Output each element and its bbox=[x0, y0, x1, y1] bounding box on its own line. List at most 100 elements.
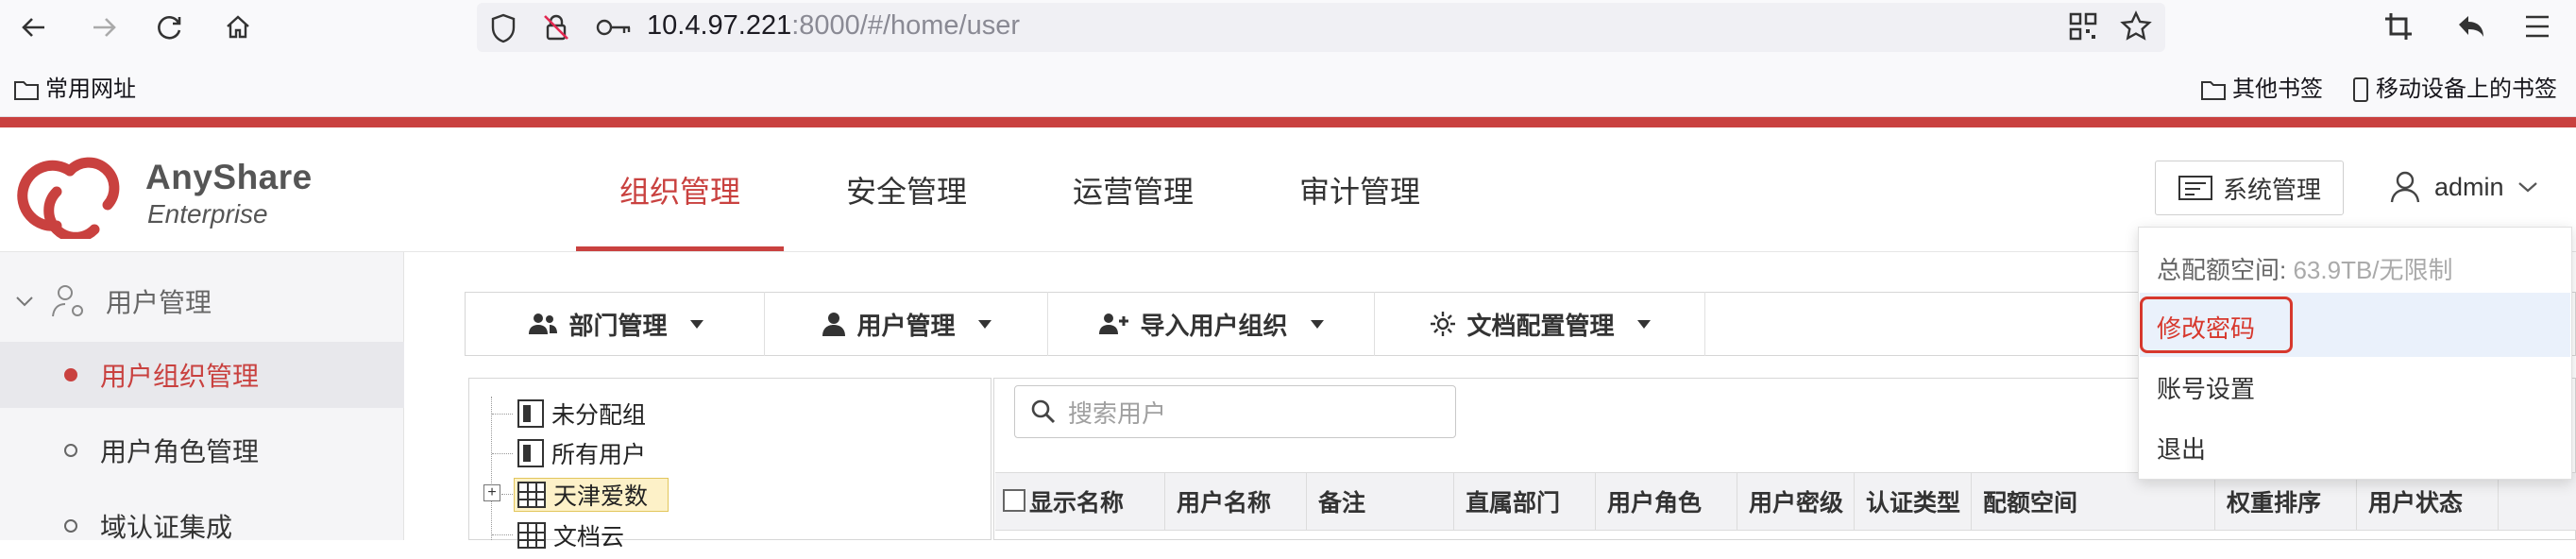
tab-label: 安全管理 bbox=[845, 175, 967, 209]
forward-arrow-icon bbox=[93, 18, 116, 37]
tree-guide-line bbox=[491, 397, 492, 540]
bullet-icon bbox=[64, 368, 77, 381]
bookmark-label: 移动设备上的书签 bbox=[2376, 76, 2557, 102]
bullet-icon bbox=[64, 519, 77, 533]
user-management-button[interactable]: 用户管理 bbox=[765, 292, 1048, 356]
import-users-icon bbox=[1099, 313, 1129, 334]
door-icon bbox=[517, 439, 544, 467]
sidebar-group-user-management[interactable]: 用户管理 bbox=[0, 269, 404, 333]
column-header-weight-order[interactable]: 权重排序 bbox=[2215, 472, 2357, 531]
column-header-user-role[interactable]: 用户角色 bbox=[1596, 472, 1737, 531]
sidebar-item-label: 用户角色管理 bbox=[100, 437, 260, 466]
expand-plus-icon[interactable]: + bbox=[483, 484, 500, 501]
column-header-display-name[interactable]: 显示名称 bbox=[1025, 472, 1165, 531]
tab-audit-management[interactable]: 审计管理 bbox=[1256, 168, 1464, 251]
brand-subtitle: Enterprise bbox=[147, 199, 268, 229]
crop-icon[interactable] bbox=[2383, 11, 2414, 42]
sidebar-item-user-org-management[interactable]: 用户组织管理 bbox=[0, 342, 404, 408]
caret-down-icon bbox=[1310, 319, 1324, 329]
system-management-button[interactable]: 系统管理 bbox=[2155, 161, 2344, 215]
user-icon bbox=[822, 313, 846, 336]
column-label: 认证类型 bbox=[1866, 490, 1961, 517]
search-user-input[interactable]: 搜索用户 bbox=[1014, 385, 1456, 438]
url-path: :8000/#/home/user bbox=[791, 10, 1021, 41]
caret-down-icon bbox=[977, 319, 991, 329]
mobile-device-icon bbox=[2353, 77, 2368, 102]
tree-node-label: 天津爱数 bbox=[553, 483, 649, 510]
sidebar-item-domain-auth[interactable]: 域认证集成 bbox=[0, 493, 404, 559]
tree-branch-line bbox=[492, 534, 513, 535]
toolbar-label: 导入用户组织 bbox=[1140, 311, 1288, 340]
quota-info: 总配额空间: 63.9TB/无限制 bbox=[2157, 251, 2453, 286]
forward-button[interactable] bbox=[85, 8, 123, 46]
tree-node-unassigned[interactable]: 未分配组 bbox=[517, 396, 646, 432]
column-header-username[interactable]: 用户名称 bbox=[1165, 472, 1307, 531]
bookmark-mobile[interactable]: 移动设备上的书签 bbox=[2351, 76, 2557, 104]
column-label: 备注 bbox=[1318, 490, 1366, 517]
department-management-button[interactable]: 部门管理 bbox=[466, 292, 765, 356]
sidebar-item-label: 域认证集成 bbox=[100, 513, 233, 542]
column-header-auth-type[interactable]: 认证类型 bbox=[1855, 472, 1972, 531]
select-all-checkbox[interactable] bbox=[1003, 489, 1025, 512]
sidebar-item-label: 用户组织管理 bbox=[100, 362, 260, 391]
url-text[interactable]: 10.4.97.221:8000/#/home/user bbox=[647, 9, 1020, 42]
reload-icon bbox=[158, 16, 181, 40]
column-header-department[interactable]: 直属部门 bbox=[1454, 472, 1596, 531]
folder-icon bbox=[2201, 81, 2226, 100]
change-password-item[interactable]: 修改密码 bbox=[2157, 310, 2255, 345]
logout-item[interactable]: 退出 bbox=[2157, 431, 2206, 466]
column-header-remark[interactable]: 备注 bbox=[1307, 472, 1454, 531]
document-config-management-button[interactable]: 文档配置管理 bbox=[1375, 292, 1705, 356]
bookmark-other[interactable]: 其他书签 bbox=[2200, 76, 2323, 104]
home-button[interactable] bbox=[219, 8, 257, 46]
tab-security-management[interactable]: 安全管理 bbox=[803, 168, 1010, 251]
brand-name: AnyShare bbox=[145, 158, 313, 196]
user-menu[interactable]: admin bbox=[2389, 170, 2538, 204]
tree-node-tianjin-aishu[interactable]: 天津爱数 bbox=[517, 477, 648, 513]
undo-arrow-icon[interactable] bbox=[2455, 11, 2487, 42]
shield-icon[interactable] bbox=[489, 13, 517, 43]
insecure-lock-icon[interactable] bbox=[540, 11, 572, 43]
column-header-user-status[interactable]: 用户状态 bbox=[2357, 472, 2499, 531]
account-settings-item[interactable]: 账号设置 bbox=[2157, 370, 2255, 405]
tree-node-all-users[interactable]: 所有用户 bbox=[517, 435, 646, 471]
sidebar-item-user-role-management[interactable]: 用户角色管理 bbox=[0, 417, 404, 483]
bookmark-common-sites[interactable]: 常用网址 bbox=[13, 76, 136, 104]
anyshare-logo-icon[interactable] bbox=[8, 146, 132, 239]
bullet-icon bbox=[64, 444, 77, 457]
tab-label: 审计管理 bbox=[1298, 175, 1420, 209]
group-users-icon bbox=[529, 313, 558, 334]
tab-label: 组织管理 bbox=[619, 175, 740, 209]
bookmark-label: 常用网址 bbox=[45, 76, 136, 102]
qr-code-icon[interactable] bbox=[2068, 11, 2098, 42]
tree-node-doc-cloud[interactable]: 文档云 bbox=[517, 517, 624, 553]
column-header-security-level[interactable]: 用户密级 bbox=[1737, 472, 1855, 531]
back-button[interactable] bbox=[15, 8, 53, 46]
column-label: 显示名称 bbox=[1029, 490, 1125, 517]
toolbar-label: 部门管理 bbox=[568, 311, 668, 340]
column-label: 配额空间 bbox=[1983, 490, 2078, 517]
door-icon bbox=[517, 399, 544, 428]
tab-org-management[interactable]: 组织管理 bbox=[576, 168, 784, 251]
gear-icon bbox=[1431, 312, 1456, 336]
username: admin bbox=[2434, 172, 2504, 201]
org-grid-icon bbox=[517, 482, 546, 508]
import-user-org-button[interactable]: 导入用户组织 bbox=[1048, 292, 1375, 356]
tree-branch-line bbox=[492, 453, 513, 454]
key-icon[interactable] bbox=[595, 15, 633, 40]
system-card-icon bbox=[2178, 176, 2212, 200]
bookmark-star-icon[interactable] bbox=[2119, 9, 2153, 43]
toolbar-label: 文档配置管理 bbox=[1466, 311, 1615, 340]
caret-down-icon bbox=[689, 319, 703, 329]
menu-icon[interactable] bbox=[2523, 13, 2551, 40]
tab-operations-management[interactable]: 运营管理 bbox=[1029, 168, 1237, 251]
reload-button[interactable] bbox=[151, 8, 189, 46]
column-label: 用户密级 bbox=[1749, 490, 1844, 517]
column-header-quota[interactable]: 配额空间 bbox=[1972, 472, 2215, 531]
system-management-label: 系统管理 bbox=[2222, 175, 2321, 204]
column-label: 直属部门 bbox=[1466, 490, 1561, 517]
quota-label: 总配额空间: bbox=[2157, 256, 2287, 284]
home-icon bbox=[227, 15, 249, 39]
tree-node-label: 所有用户 bbox=[551, 442, 647, 468]
bookmarks-bar bbox=[0, 55, 2576, 117]
